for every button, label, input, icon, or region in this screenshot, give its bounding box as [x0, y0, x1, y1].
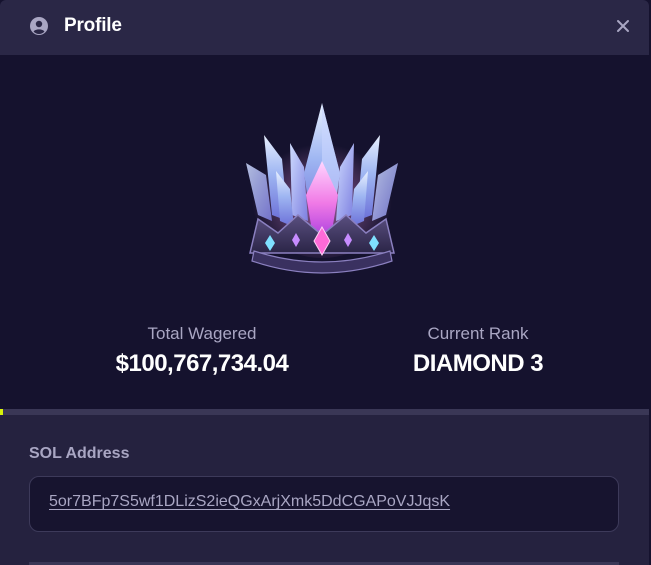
rank-hero: Total Wagered $100,767,734.04 Current Ra…	[0, 55, 649, 409]
close-icon	[617, 20, 629, 32]
modal-header: Profile	[0, 0, 649, 55]
address-section: SOL Address 5or7BFp7S5wf1DLizS2ieQGxArjX…	[0, 415, 649, 565]
user-circle-icon	[30, 17, 48, 35]
modal-title: Profile	[64, 15, 122, 36]
sol-address-link[interactable]: 5or7BFp7S5wf1DLizS2ieQGxArjXmk5DdCGAPoVJ…	[49, 493, 450, 511]
total-wagered-label: Total Wagered	[147, 324, 257, 343]
current-rank-label: Current Rank	[427, 324, 529, 343]
current-rank-value: DIAMOND 3	[412, 350, 544, 377]
total-wagered-value: $100,767,734.04	[115, 350, 289, 377]
diamond-crown-icon	[246, 103, 398, 274]
profile-modal: Profile Total Wagered $100,767,734.04 Cu…	[0, 0, 649, 565]
sol-address-label: SOL Address	[29, 445, 130, 462]
close-button[interactable]	[612, 15, 634, 37]
sol-address-field[interactable]: 5or7BFp7S5wf1DLizS2ieQGxArjXmk5DdCGAPoVJ…	[29, 476, 619, 532]
